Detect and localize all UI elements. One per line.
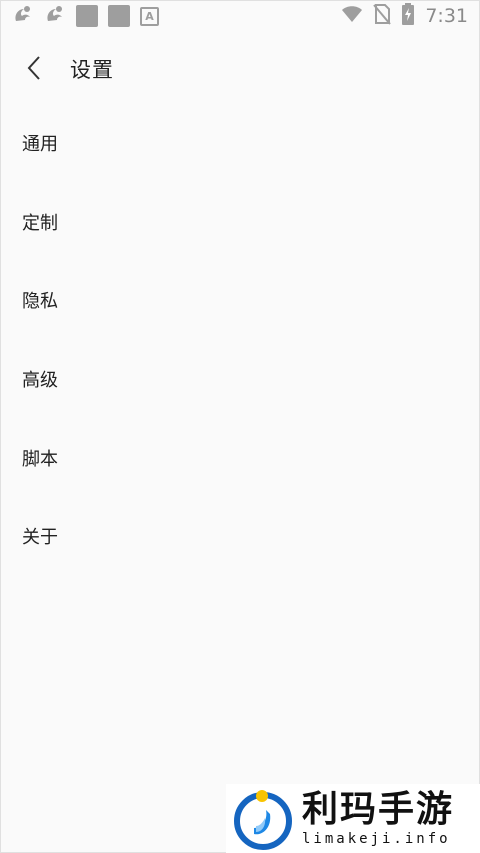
wifi-icon [341, 4, 363, 28]
toolbar: 设置 [0, 40, 480, 96]
menu-item-general[interactable]: 通用 [0, 104, 480, 183]
app-square-icon [108, 5, 130, 27]
uc-browser-icon [12, 3, 34, 29]
page-title: 设置 [70, 58, 114, 82]
settings-menu: 通用 定制 隐私 高级 脚本 关于 [0, 104, 480, 576]
menu-item-privacy[interactable]: 隐私 [0, 261, 480, 340]
watermark-name: 利玛手游 [302, 789, 455, 830]
watermark-logo-icon [234, 790, 292, 850]
menu-item-customize[interactable]: 定制 [0, 183, 480, 262]
menu-item-advanced[interactable]: 高级 [0, 340, 480, 419]
status-bar-right: 7:31 [331, 3, 468, 29]
battery-charging-icon [401, 3, 415, 29]
app-square-icon [76, 5, 98, 27]
watermark: 利玛手游 limakeji.info [226, 784, 480, 853]
watermark-url: limakeji.info [302, 831, 451, 847]
a-notification-icon: A [140, 6, 159, 26]
menu-item-about[interactable]: 关于 [0, 497, 480, 576]
menu-item-scripts[interactable]: 脚本 [0, 418, 480, 497]
status-time: 7:31 [425, 5, 468, 27]
status-bar-left: A [12, 5, 169, 27]
no-sim-icon [373, 3, 392, 29]
status-bar: A 7:31 [0, 0, 480, 32]
back-button[interactable] [18, 52, 50, 84]
uc-browser-icon [44, 3, 66, 29]
chevron-left-icon [27, 56, 40, 80]
